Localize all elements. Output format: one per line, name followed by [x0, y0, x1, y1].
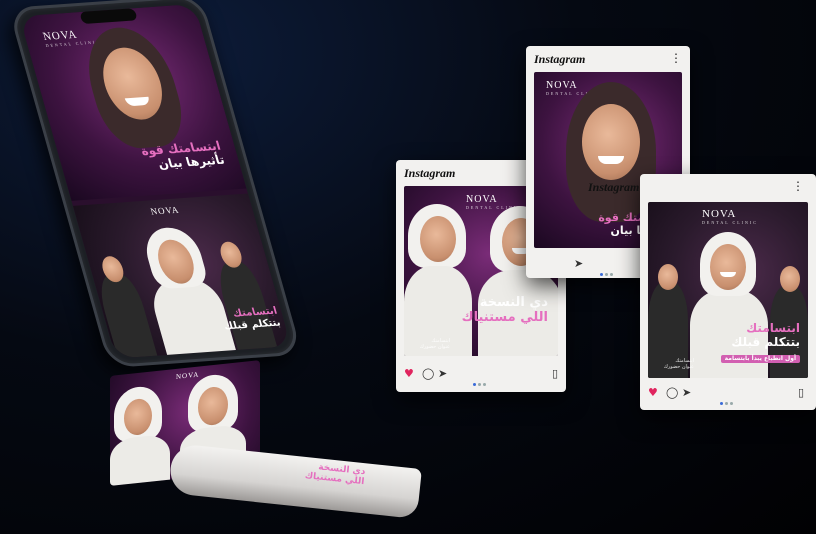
- nova-logo: NOVA: [176, 370, 200, 381]
- mockup-scene: NOVA DENTAL CLINIC ابتسامتك قوة تأثيرها …: [0, 0, 816, 534]
- person-face: [658, 264, 678, 290]
- post-header: Instagram ⋮: [588, 180, 808, 196]
- post-actions: ♥ ◯ ➤ ▯: [648, 386, 808, 405]
- woman-smile: [598, 156, 624, 164]
- send-icon[interactable]: ➤: [574, 257, 583, 271]
- carousel-dots: [473, 371, 489, 386]
- person-jacket: [94, 272, 160, 359]
- person-face: [780, 266, 800, 292]
- post-credit: ابتسامتك عنوان حضورك: [419, 338, 450, 350]
- strip-curl: دي النسخة اللي مستنياك: [168, 443, 422, 519]
- more-vertical-icon[interactable]: ⋮: [792, 180, 804, 192]
- carousel-dots: [600, 261, 616, 276]
- man-face: [420, 216, 456, 262]
- strip-headline: دي النسخة اللي مستنياك: [304, 462, 366, 488]
- post-headline: ابتسامتك بتتكلم قبلك أول انطباع يبدأ باب…: [720, 321, 800, 364]
- post-credit: ابتسامتك عنوان حضورك: [663, 358, 694, 370]
- carousel-dots: [720, 390, 736, 405]
- phone-mockup: NOVA DENTAL CLINIC ابتسامتك قوة تأثيرها …: [8, 0, 303, 369]
- instagram-wordmark: Instagram: [588, 180, 640, 194]
- phone-woman-headline: ابتسامتك قوة تأثيرها بيان: [139, 138, 227, 171]
- send-icon[interactable]: ➤: [438, 367, 447, 381]
- bookmark-icon[interactable]: ▯: [798, 386, 804, 400]
- instagram-wordmark: Instagram: [404, 166, 456, 180]
- instagram-post-group[interactable]: Instagram ⋮ NOVA DENTAL CLINIC ابتسامتك …: [588, 174, 816, 410]
- send-icon[interactable]: ➤: [682, 386, 691, 400]
- man-smile: [720, 272, 736, 277]
- phone-screen: NOVA DENTAL CLINIC ابتسامتك قوة تأثيرها …: [19, 3, 291, 359]
- post-headline: دي النسخة اللي مستنياك: [461, 295, 548, 325]
- heart-icon[interactable]: ♥: [648, 386, 658, 400]
- comment-icon[interactable]: ◯: [666, 386, 678, 400]
- comment-icon[interactable]: ◯: [422, 367, 434, 381]
- post-header: Instagram ⋮: [534, 52, 682, 68]
- phone-group-headline: ابتسامتك بتتكلم قبلك: [222, 305, 282, 332]
- heart-icon[interactable]: ♥: [404, 367, 414, 381]
- phone-post-group: NOVA ابتسامتك بتتكلم قبلك: [72, 193, 291, 359]
- man-face: [710, 244, 746, 290]
- phone-post-woman: NOVA DENTAL CLINIC ابتسامتك قوة تأثيرها …: [19, 3, 247, 201]
- more-vertical-icon[interactable]: ⋮: [670, 52, 682, 64]
- post-actions: ♥ ◯ ➤ ▯: [404, 367, 558, 386]
- bookmark-icon[interactable]: ▯: [552, 367, 558, 381]
- nova-logo: NOVA DENTAL CLINIC: [702, 208, 758, 225]
- instagram-wordmark: Instagram: [534, 52, 586, 66]
- woman-face: [582, 104, 640, 180]
- scrolling-strip: NOVA دي النسخة اللي مستنياك: [110, 360, 430, 519]
- man-kandura: [110, 433, 170, 486]
- post-image-group[interactable]: NOVA DENTAL CLINIC ابتسامتك بتتكلم قبلك …: [648, 202, 808, 378]
- nova-logo: NOVA: [149, 204, 181, 217]
- tagline-pill: أول انطباع يبدأ بابتسامة: [720, 354, 800, 364]
